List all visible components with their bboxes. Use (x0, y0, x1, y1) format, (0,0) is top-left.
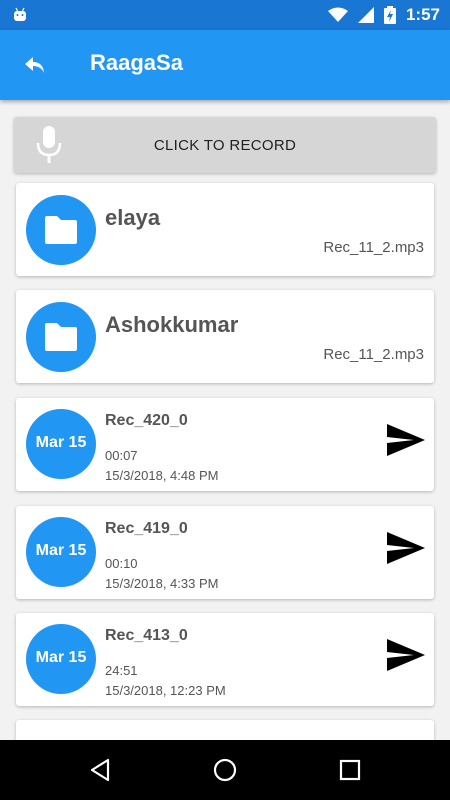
recording-card[interactable]: Mar 15 Rec_413_0 24:51 15/3/2018, 12:23 … (16, 613, 434, 706)
record-button-label: CLICK TO RECORD (153, 137, 297, 154)
recording-datetime: 15/3/2018, 12:23 PM (105, 683, 226, 698)
signal-icon (357, 7, 374, 23)
back-arrow-icon[interactable] (22, 52, 48, 78)
nav-recents-icon[interactable] (337, 757, 363, 783)
folder-card[interactable]: Ashokkumar Rec_11_2.mp3 (16, 290, 434, 383)
recording-name: Rec_420_0 (105, 412, 188, 429)
recording-duration: 24:51 (105, 663, 138, 678)
folder-file: Rec_11_2.mp3 (323, 239, 424, 256)
date-badge-label: Mar 15 (35, 434, 87, 451)
send-icon[interactable] (386, 637, 426, 673)
battery-charging-icon (383, 6, 396, 24)
navigation-bar (0, 740, 450, 800)
recording-datetime: 15/3/2018, 4:48 PM (105, 468, 219, 483)
recording-datetime: 15/3/2018, 4:33 PM (105, 576, 219, 591)
date-badge: Mar 15 (26, 517, 96, 587)
nav-back-icon[interactable] (88, 757, 114, 783)
android-icon (14, 7, 26, 21)
recording-duration: 00:10 (105, 556, 138, 571)
date-badge: Mar 15 (26, 409, 96, 479)
folder-avatar (26, 195, 96, 265)
folder-icon (45, 216, 77, 244)
recording-name: Rec_413_0 (105, 627, 188, 644)
date-badge-label: Mar 15 (35, 649, 87, 666)
recording-card[interactable]: Mar 15 Rec_420_0 00:07 15/3/2018, 4:48 P… (16, 398, 434, 491)
folder-name: Ashokkumar (105, 312, 239, 337)
nav-home-icon[interactable] (212, 757, 238, 783)
recording-name: Rec_419_0 (105, 520, 188, 537)
folder-name: elaya (105, 205, 161, 230)
folder-file: Rec_11_2.mp3 (323, 346, 424, 363)
date-badge-label: Mar 15 (35, 542, 87, 559)
folder-card[interactable]: elaya Rec_11_2.mp3 (16, 183, 434, 276)
recording-duration: 00:07 (105, 448, 138, 463)
record-button[interactable]: CLICK TO RECORD (14, 117, 436, 173)
folder-icon (45, 323, 77, 351)
folder-avatar (26, 302, 96, 372)
status-bar: 1:57 (0, 0, 450, 30)
page-title: RaagaSa (90, 50, 183, 75)
app-bar: RaagaSa (0, 30, 450, 100)
date-badge: Mar 15 (26, 624, 96, 694)
recording-card[interactable]: Mar 15 Rec_419_0 00:10 15/3/2018, 4:33 P… (16, 506, 434, 599)
wifi-icon (327, 7, 348, 22)
status-time: 1:57 (405, 5, 440, 24)
send-icon[interactable] (386, 422, 426, 458)
send-icon[interactable] (386, 530, 426, 566)
